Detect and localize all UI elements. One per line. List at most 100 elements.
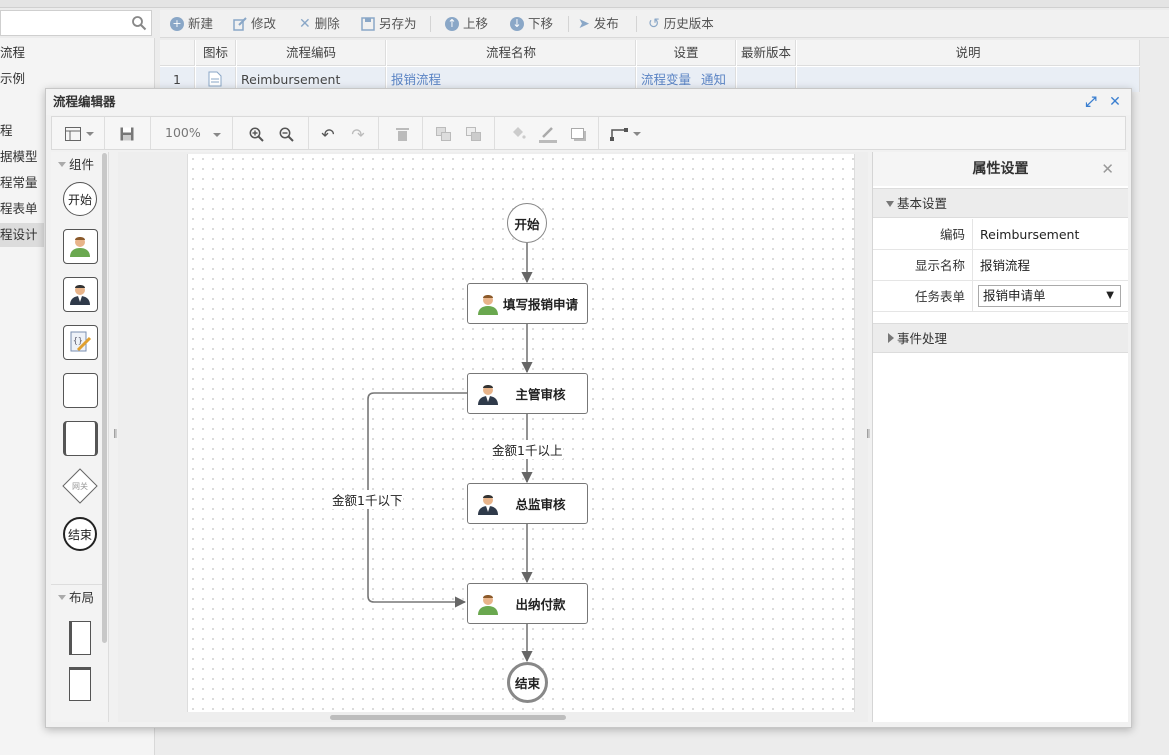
bring-to-front-icon [436,127,451,141]
palette-section-layout[interactable]: 布局 [51,584,107,610]
notify-link[interactable]: 通知 [701,72,726,87]
shadow-button[interactable] [566,123,590,145]
history-button[interactable]: ↺ 历史版本 [648,14,714,34]
palette-end-event[interactable]: 结束 [62,516,98,552]
publish-button[interactable]: ➤ 发布 [578,14,619,34]
arrow-down-icon: ↓ [510,17,524,31]
palette-subprocess[interactable] [62,420,98,456]
task-fill-application[interactable]: 填写报销申请 [467,283,588,324]
code-field[interactable]: Reimbursement [980,219,1079,250]
svg-text:{}: {} [73,336,83,345]
nav-item[interactable]: 程常量 [0,171,44,195]
nav-item[interactable]: 程 [0,119,44,143]
zoom-in-button[interactable] [244,123,268,145]
prop-label: 显示名称 [873,250,973,281]
dialog-title-bar[interactable]: 流程编辑器 ⤢ ✕ [46,89,1131,115]
palette-section-components[interactable]: 组件 [51,152,107,178]
palette-task-box[interactable] [62,372,98,408]
basic-settings-section[interactable]: 基本设置 [873,188,1128,218]
display-name-field[interactable]: 报销流程 [980,250,1030,281]
diagram-canvas[interactable]: 开始 填写报销申请 主管审核 金额1千以上 总监审核 金额1千以下 出纳付款 结… [187,154,855,712]
connector-icon [609,128,628,141]
move-down-button[interactable]: ↓ 下移 [510,14,553,34]
palette-gateway[interactable]: 网关 [62,468,98,504]
delete-button[interactable]: ✕ 删除 [299,14,340,34]
person-green-icon [70,237,90,257]
nav-item[interactable]: 示例 [0,67,44,91]
save-icon [361,17,375,31]
diamond-icon: 网关 [62,468,98,504]
toolbar-divider [430,16,431,32]
task-form-select[interactable]: 报销申请单 ▼ [978,285,1121,307]
right-splitter-handle[interactable]: ‖ [866,429,871,439]
redo-icon[interactable]: ↷ [346,123,370,145]
zoom-out-button[interactable] [274,123,298,145]
grid-header[interactable]: 设置 [637,40,736,66]
palette-horizontal-lane[interactable] [62,666,98,702]
task-manager-review[interactable]: 主管审核 [467,373,588,414]
edge-label-under-1k[interactable]: 金额1千以下 [331,490,404,509]
send-back-button[interactable] [462,123,486,145]
send-to-back-icon [466,127,481,141]
palette-user-task[interactable] [62,228,98,264]
variables-link[interactable]: 流程变量 [641,72,691,87]
zoom-in-icon [249,127,264,142]
delete-node-button[interactable] [390,123,414,145]
palette-manager-task[interactable] [62,276,98,312]
bring-front-button[interactable] [432,123,456,145]
layout-toggle-button[interactable] [62,123,96,145]
palette-scrollbar[interactable] [102,153,107,643]
fill-color-button[interactable] [506,123,530,145]
close-icon[interactable]: ✕ [1108,95,1122,109]
shadow-icon [570,127,586,141]
prop-label: 编码 [873,219,973,250]
grid-header[interactable]: 流程名称 [387,40,636,66]
prop-row-task-form: 任务表单 报销申请单 ▼ [873,281,1128,312]
nav-item-active[interactable]: 程设计 [0,223,44,247]
history-icon: ↺ [648,16,660,32]
prop-row-code: 编码 Reimbursement [873,219,1128,250]
x-icon: ✕ [299,16,311,32]
palette-start-event[interactable]: 开始 [62,181,98,217]
plus-icon: + [170,17,184,31]
zoom-select[interactable]: 100% [165,125,221,140]
task-label: 出纳付款 [515,597,566,612]
chevron-right-icon [888,333,894,343]
edit-button[interactable]: 修改 [233,14,276,34]
grid-header[interactable]: 说明 [797,40,1140,66]
move-up-button[interactable]: ↑ 上移 [445,14,488,34]
undo-icon[interactable]: ↶ [316,123,340,145]
main-toolbar: + 新建 修改 ✕ 删除 另存为 ↑ 上移 ↓ 下移 ➤ 发布 ↺ 历史版本 [160,10,1169,38]
start-node[interactable]: 开始 [507,203,547,243]
task-director-review[interactable]: 总监审核 [467,483,588,524]
save-button[interactable] [115,123,139,145]
palette-script-task[interactable]: {} [62,324,98,360]
person-green-icon [478,294,498,315]
maximize-icon[interactable]: ⤢ [1084,95,1098,109]
grid-header[interactable]: 最新版本 [737,40,796,66]
task-cashier-payment[interactable]: 出纳付款 [467,583,588,624]
palette-vertical-lane[interactable] [62,620,98,656]
canvas-area: 开始 填写报销申请 主管审核 金额1千以上 总监审核 金额1千以下 出纳付款 结… [118,152,936,722]
left-splitter-handle[interactable]: ‖ [113,429,118,439]
canvas-horizontal-scrollbar[interactable] [330,715,566,720]
document-icon [208,71,222,87]
search-icon[interactable] [131,15,147,31]
task-label: 填写报销申请 [502,297,578,312]
events-section[interactable]: 事件处理 [873,323,1128,353]
search-box[interactable] [0,10,152,36]
nav-item[interactable]: 据模型 [0,145,44,169]
end-node[interactable]: 结束 [507,662,548,703]
nav-item[interactable]: 流程 [0,41,44,65]
line-color-button[interactable] [536,123,560,145]
edge-label-over-1k[interactable]: 金额1千以上 [491,440,564,459]
paint-bucket-icon [513,127,526,139]
new-button[interactable]: + 新建 [170,14,213,34]
grid-header-blank [160,40,195,66]
grid-header[interactable]: 图标 [196,40,236,66]
grid-header[interactable]: 流程编码 [237,40,386,66]
close-icon[interactable]: ✕ [1101,160,1114,178]
connector-style-button[interactable] [608,123,642,145]
save-as-button[interactable]: 另存为 [361,14,417,34]
nav-item[interactable]: 程表单 [0,197,44,221]
